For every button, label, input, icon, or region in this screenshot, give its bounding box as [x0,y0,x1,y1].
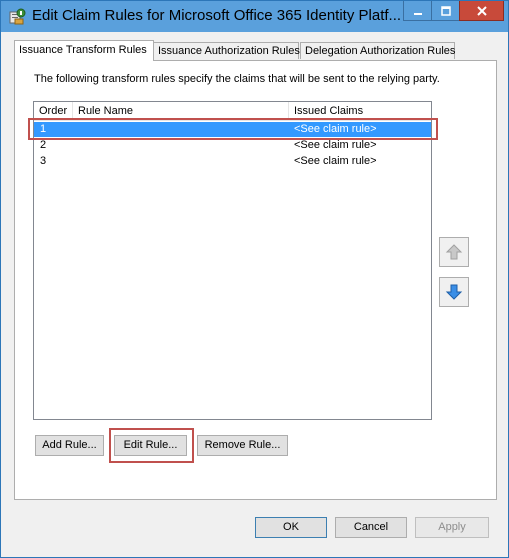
claim-rules-app-icon [9,8,26,25]
move-up-button[interactable] [439,237,469,267]
close-button[interactable] [459,1,504,21]
minimize-button[interactable] [403,1,432,21]
tab-issuance-transform-rules[interactable]: Issuance Transform Rules [14,40,154,61]
rules-list[interactable]: Order Rule Name Issued Claims 1 <See cla… [33,101,432,420]
ok-button[interactable]: OK [255,517,327,538]
arrow-up-icon [445,244,463,260]
window-title: Edit Claim Rules for Microsoft Office 36… [32,7,402,24]
rule-order: 3 [40,155,47,167]
rule-issued-claims: <See claim rule> [294,155,377,167]
move-down-button[interactable] [439,277,469,307]
rules-description: The following transform rules specify th… [34,73,440,85]
maximize-icon [440,5,451,16]
highlight-selected-rule [28,118,438,140]
rule-row-3[interactable]: 3 <See claim rule> [34,154,431,169]
remove-rule-button[interactable]: Remove Rule... [197,435,288,456]
highlight-edit-rule [109,428,194,463]
cancel-button[interactable]: Cancel [335,517,407,538]
dialog-window: Edit Claim Rules for Microsoft Office 36… [0,0,509,558]
rule-order: 2 [40,139,47,151]
rule-row-2[interactable]: 2 <See claim rule> [34,138,431,153]
tab-delegation-authorization-rules[interactable]: Delegation Authorization Rules [300,42,455,59]
add-rule-button[interactable]: Add Rule... [35,435,104,456]
arrow-down-icon [445,284,463,300]
rule-issued-claims: <See claim rule> [294,139,377,151]
minimize-icon [413,12,422,15]
close-icon [476,5,487,16]
apply-button[interactable]: Apply [415,517,489,538]
tab-issuance-authorization-rules[interactable]: Issuance Authorization Rules [153,42,300,59]
maximize-button[interactable] [431,1,460,21]
